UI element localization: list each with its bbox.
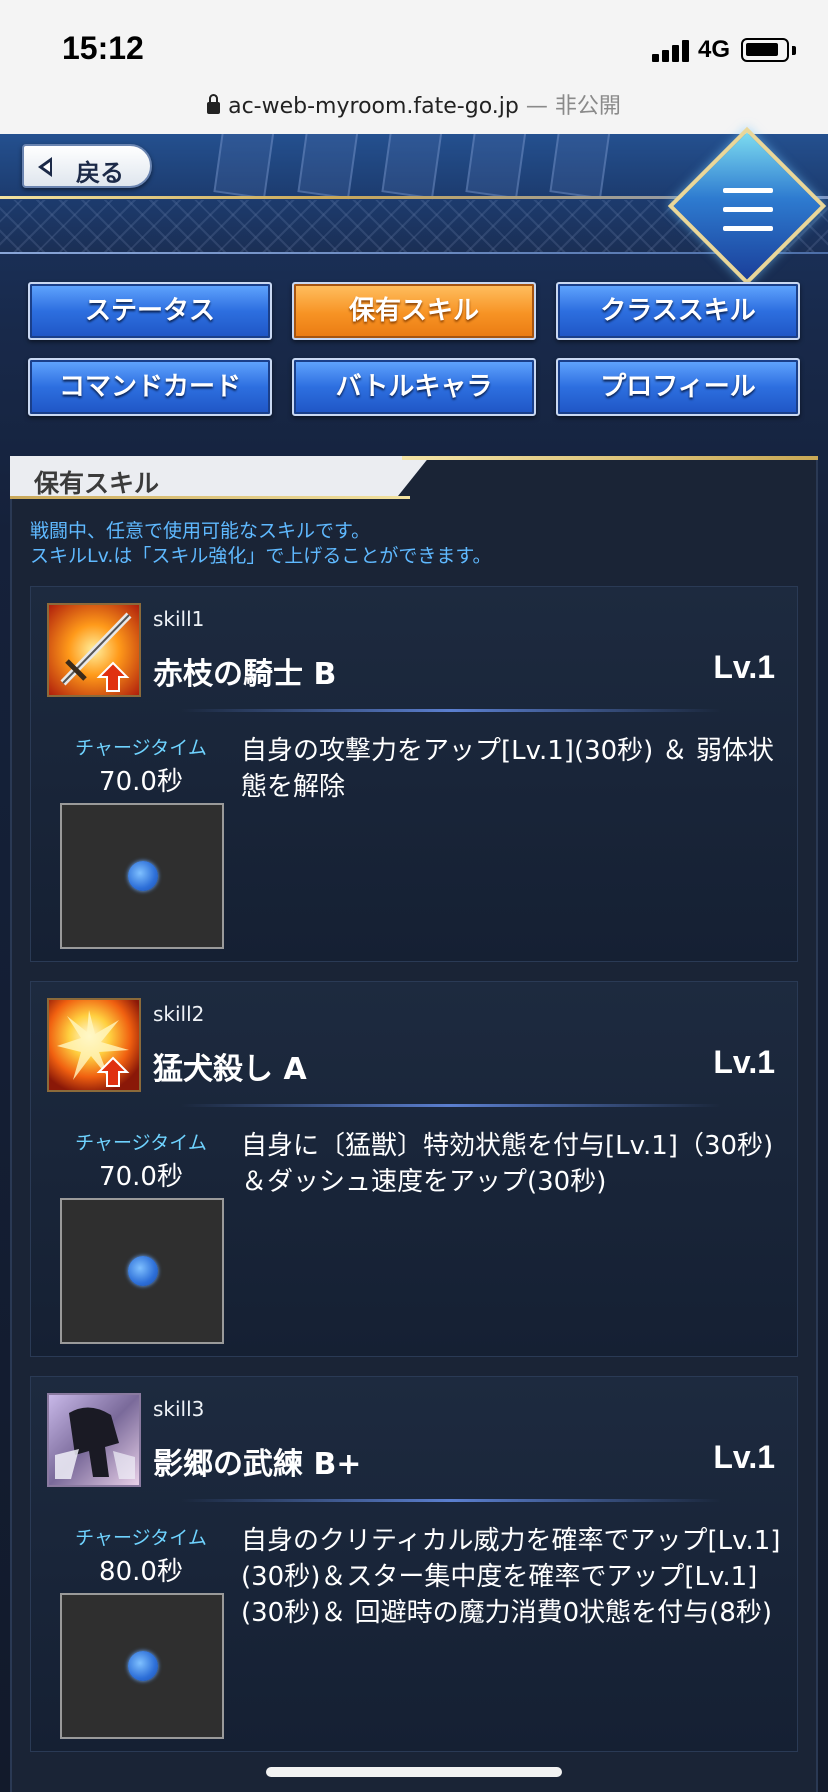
url-separator: —	[518, 94, 555, 119]
play-icon[interactable]	[128, 1256, 158, 1286]
skill-level: Lv.1	[713, 649, 775, 685]
skill-level: Lv.1	[713, 1439, 775, 1475]
battery-icon	[741, 38, 789, 62]
tab-command-cards[interactable]: コマンドカード	[28, 358, 272, 416]
tab-status[interactable]: ステータス	[28, 282, 272, 340]
charge-time-value: 70.0秒	[99, 1162, 183, 1192]
status-bar: 15:12 4G ac-web-myroom.fate-go.jp — 非公開	[0, 0, 828, 134]
url-bar[interactable]: ac-web-myroom.fate-go.jp — 非公開	[0, 88, 828, 120]
status-time: 15:12	[62, 30, 144, 66]
skill-id: skill1	[153, 607, 205, 631]
charge-time-value: 80.0秒	[99, 1557, 183, 1587]
skill-card: skill3 影郷の武練 B+ Lv.1 チャージタイム 80.0秒 自身のクリ…	[30, 1376, 798, 1752]
privacy-label: 非公開	[554, 94, 621, 119]
skill-divider	[181, 1104, 721, 1107]
burst-attack-up-icon	[47, 998, 141, 1092]
sword-attack-up-icon	[47, 603, 141, 697]
header-bottom-line	[0, 252, 828, 254]
skill-id: skill3	[153, 1397, 205, 1421]
charge-time-label: チャージタイム	[75, 1132, 207, 1154]
skill-description: 自身の攻撃力をアップ[Lv.1](30秒) ＆ 弱体状態を解除	[241, 736, 774, 802]
battery-tip	[792, 46, 796, 55]
skill-name: 猛犬殺し A	[153, 1052, 307, 1087]
skill-name: 影郷の武練 B+	[153, 1447, 362, 1482]
tab-owned-skills[interactable]: 保有スキル	[292, 282, 536, 340]
skill-card: skill2 猛犬殺し A Lv.1 チャージタイム 70.0秒 自身に〔猛獣〕…	[30, 981, 798, 1357]
back-button-label: 戻る	[76, 159, 124, 187]
skill-preview-video[interactable]	[60, 1593, 224, 1739]
game-page: 戻る ステータス 保有スキル クラススキル コマンドカード バトルキャラ プロフ…	[0, 126, 828, 1792]
lock-icon	[207, 94, 221, 114]
skill-id: skill2	[153, 1002, 205, 1026]
skill-level: Lv.1	[713, 1044, 775, 1080]
tab-profile[interactable]: プロフィール	[556, 358, 800, 416]
skill-preview-video[interactable]	[60, 803, 224, 949]
skill-preview-video[interactable]	[60, 1198, 224, 1344]
tab-class-skills[interactable]: クラススキル	[556, 282, 800, 340]
play-icon[interactable]	[128, 1651, 158, 1681]
back-arrow-icon	[38, 157, 52, 177]
panel-desc-line2: スキルLv.は「スキル強化」で上げることができます。	[30, 545, 492, 567]
skill-divider	[181, 1499, 721, 1502]
signal-icon	[652, 38, 692, 62]
panel-description: 戦闘中、任意で使用可能なスキルです。 スキルLv.は「スキル強化」で上げることが…	[30, 519, 492, 569]
back-button[interactable]: 戻る	[22, 144, 152, 188]
panel-desc-line1: 戦闘中、任意で使用可能なスキルです。	[30, 520, 371, 542]
decor-card	[549, 134, 611, 200]
panel-title: 保有スキル	[34, 469, 160, 498]
tab-battle-chara[interactable]: バトルキャラ	[292, 358, 536, 416]
network-type: 4G	[698, 36, 731, 63]
url-text: ac-web-myroom.fate-go.jp	[228, 94, 519, 119]
charge-time-label: チャージタイム	[75, 737, 207, 759]
decor-card	[465, 134, 527, 200]
skill-description: 自身のクリティカル威力を確率でアップ[Lv.1](30秒)＆スター集中度を確率で…	[241, 1526, 781, 1628]
charge-time-label: チャージタイム	[75, 1527, 207, 1549]
shadow-figure-icon	[47, 1393, 141, 1487]
skill-divider	[181, 709, 721, 712]
play-icon[interactable]	[128, 861, 158, 891]
decor-card	[381, 134, 443, 200]
charge-time-value: 70.0秒	[99, 767, 183, 797]
decor-card	[297, 134, 359, 200]
decor-card	[213, 134, 275, 200]
home-indicator[interactable]	[266, 1767, 562, 1777]
skill-card: skill1 赤枝の騎士 B Lv.1 チャージタイム 70.0秒 自身の攻撃力…	[30, 586, 798, 962]
hamburger-icon[interactable]	[723, 186, 773, 234]
skill-description: 自身に〔猛獣〕特効状態を付与[Lv.1]（30秒)＆ダッシュ速度をアップ(30秒…	[241, 1131, 774, 1197]
skill-name: 赤枝の騎士 B	[153, 657, 337, 692]
